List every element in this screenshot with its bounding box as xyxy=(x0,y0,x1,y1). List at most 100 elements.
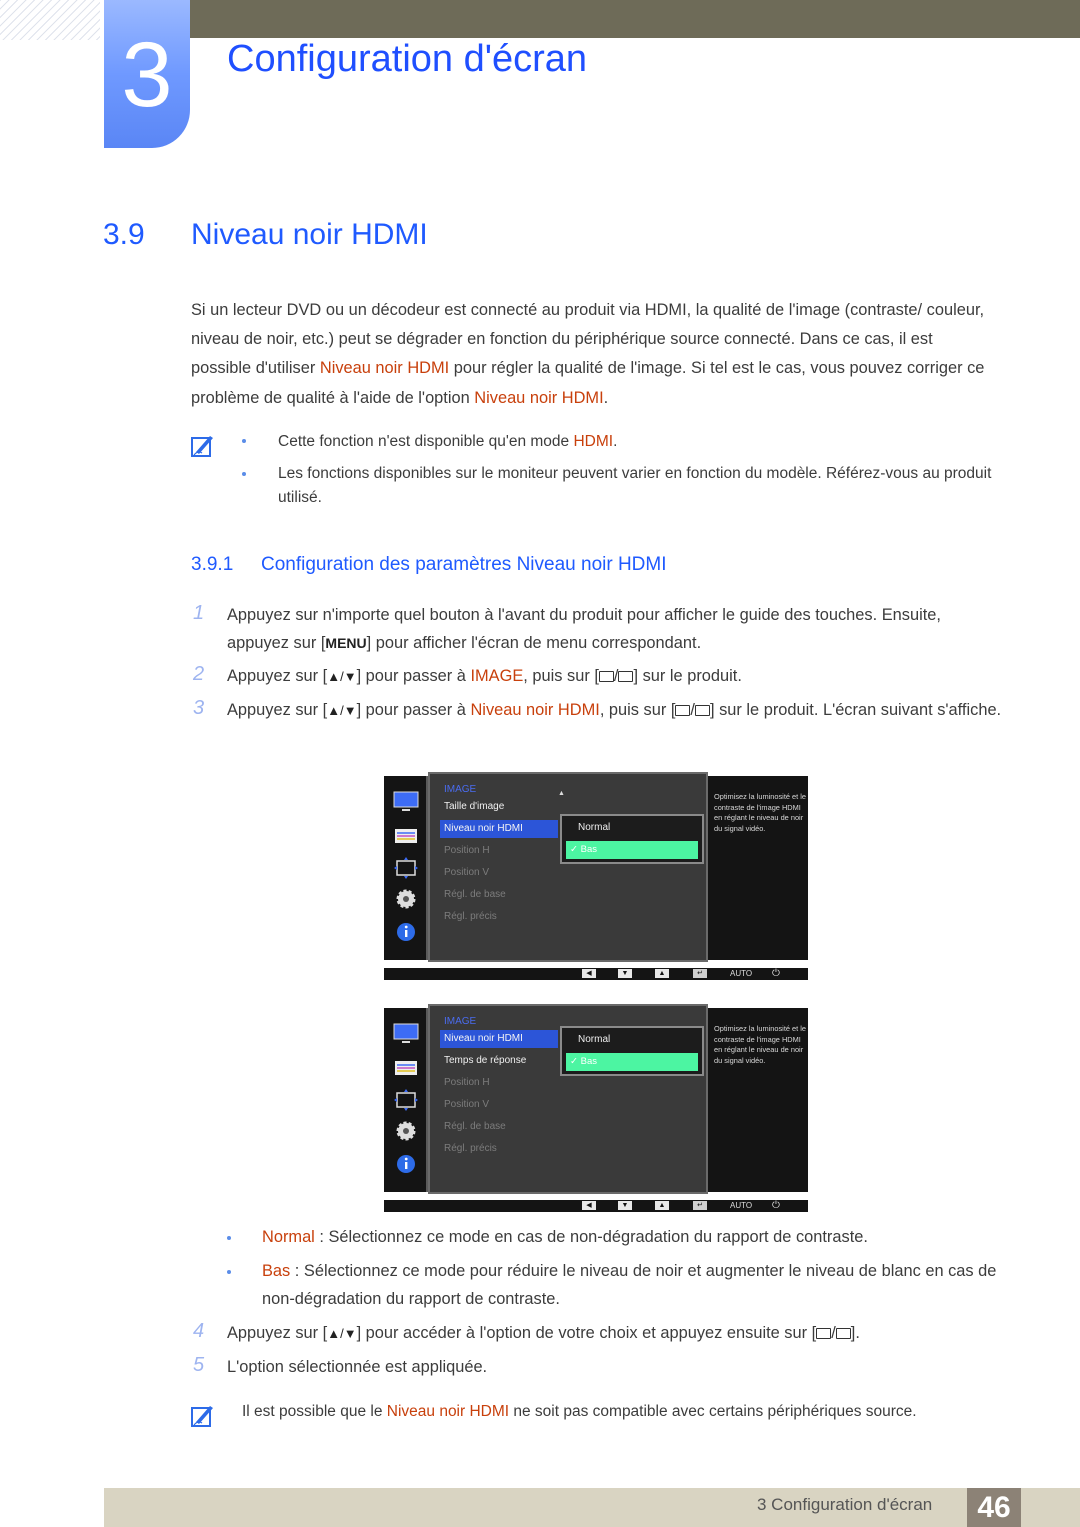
enter-button-icon[interactable]: ↵ xyxy=(693,969,707,978)
osd-menu-item[interactable]: Régl. précis xyxy=(440,908,558,926)
step-highlight: Niveau noir HDMI xyxy=(470,701,600,719)
subsection-number: 3.9.1 xyxy=(191,554,234,575)
scroll-up-icon[interactable]: ▲ xyxy=(558,790,565,797)
section-title: Niveau noir HDMI xyxy=(191,218,428,251)
osd-menu-item[interactable]: Position V xyxy=(440,864,558,882)
step-number: 2 xyxy=(193,663,205,685)
option-label: Bas xyxy=(262,1262,291,1280)
gear-icon[interactable] xyxy=(393,1119,419,1143)
page-number: 46 xyxy=(967,1488,1021,1527)
footer-chapter-label: 3 Configuration d'écran xyxy=(757,1495,933,1514)
bullet xyxy=(241,437,249,445)
osd-menu-item-selected[interactable]: Niveau noir HDMI xyxy=(440,1030,558,1048)
step-number: 3 xyxy=(193,697,205,719)
step-span: ] pour passer à xyxy=(356,667,471,685)
osd-menu-header: IMAGE xyxy=(444,1016,477,1027)
option-text: : Sélectionnez ce mode pour réduire le n… xyxy=(262,1262,997,1308)
size-position-icon[interactable] xyxy=(393,1088,419,1112)
step-text: Appuyez sur [▲/▼] pour passer à Niveau n… xyxy=(227,696,1007,725)
osd-sidebar xyxy=(384,1008,428,1192)
chapter-title: Configuration d'écran xyxy=(227,38,588,80)
note-highlight: HDMI xyxy=(573,433,614,450)
osd-screen-2: IMAGE Niveau noir HDMI Temps de réponse … xyxy=(384,1004,808,1194)
option-bas-checked[interactable]: ✓ Bas xyxy=(566,1053,698,1071)
step-text: Appuyez sur [▲/▼] pour accéder à l'optio… xyxy=(227,1319,1007,1348)
color-settings-icon[interactable] xyxy=(393,824,419,848)
intro-paragraph: Si un lecteur DVD ou un décodeur est con… xyxy=(191,296,991,413)
option-desc-normal: Normal : Sélectionnez ce mode en cas de … xyxy=(262,1223,1012,1251)
bullet xyxy=(226,1268,234,1276)
enter-key-icon xyxy=(618,671,634,682)
left-button-icon[interactable]: ◀ xyxy=(582,969,596,978)
osd-menu-header: IMAGE xyxy=(444,784,477,795)
up-button-icon[interactable]: ▲ xyxy=(655,969,669,978)
step-span: ] sur le produit. xyxy=(633,667,742,685)
size-position-icon[interactable] xyxy=(393,856,419,880)
auto-button[interactable]: AUTO xyxy=(730,968,752,980)
osd-button-bar-1: ◀ ▼ ▲ ↵ AUTO ⏻ xyxy=(384,968,808,980)
subsection-title: Configuration des paramètres Niveau noir… xyxy=(261,554,667,575)
step-span: Appuyez sur [ xyxy=(227,701,328,719)
option-normal[interactable]: Normal xyxy=(578,1034,610,1045)
osd-description: Optimisez la luminosité et le contraste … xyxy=(714,1024,807,1065)
down-button-icon[interactable]: ▼ xyxy=(618,969,632,978)
enter-button-icon[interactable]: ↵ xyxy=(693,1201,707,1210)
option-bas-checked[interactable]: ✓ Bas xyxy=(566,841,698,859)
osd-option-popup: Normal ✓ Bas xyxy=(560,814,704,864)
option-label: Bas xyxy=(580,844,597,855)
osd-menu-panel: IMAGE ▲ Taille d'image Niveau noir HDMI … xyxy=(428,772,708,962)
step-span: ] pour afficher l'écran de menu correspo… xyxy=(366,634,702,652)
osd-menu-item[interactable]: Position H xyxy=(440,842,558,860)
check-icon: ✓ xyxy=(570,1056,581,1067)
osd-menu-item[interactable]: Position H xyxy=(440,1074,558,1092)
power-icon[interactable]: ⏻ xyxy=(772,1199,780,1212)
note-text-span: Il est possible que le xyxy=(242,1403,387,1420)
auto-button[interactable]: AUTO xyxy=(730,1200,752,1212)
step-span: ]. xyxy=(850,1324,860,1342)
osd-menu-panel: IMAGE Niveau noir HDMI Temps de réponse … xyxy=(428,1004,708,1194)
osd-menu-item[interactable]: Temps de réponse xyxy=(440,1052,558,1070)
option-desc-bas: Bas : Sélectionnez ce mode pour réduire … xyxy=(262,1257,1007,1313)
osd-menu-item[interactable]: Régl. de base xyxy=(440,886,558,904)
header-bar xyxy=(190,0,1080,38)
info-icon[interactable] xyxy=(393,920,419,944)
note-text-span: . xyxy=(613,433,618,450)
option-normal[interactable]: Normal xyxy=(578,822,610,833)
monitor-icon[interactable] xyxy=(393,790,419,814)
intro-highlight: Niveau noir HDMI xyxy=(319,359,450,378)
step-span: ] pour accéder à l'option de votre choix… xyxy=(356,1324,817,1342)
enter-key-icon xyxy=(835,1328,851,1339)
intro-highlight: Niveau noir HDMI xyxy=(474,388,604,407)
step-text: Appuyez sur [▲/▼] pour passer à IMAGE, p… xyxy=(227,662,1007,691)
step-span: , puis sur [ xyxy=(599,701,676,719)
step-span: Appuyez sur [ xyxy=(227,667,328,685)
monitor-icon[interactable] xyxy=(393,1022,419,1046)
power-icon[interactable]: ⏻ xyxy=(772,967,780,980)
color-settings-icon[interactable] xyxy=(393,1056,419,1080)
note-pen-icon xyxy=(190,434,216,458)
osd-menu-item[interactable]: Régl. précis xyxy=(440,1140,558,1158)
step-span: ] pour passer à xyxy=(356,701,471,719)
down-button-icon[interactable]: ▼ xyxy=(618,1201,632,1210)
osd-menu-item[interactable]: Régl. de base xyxy=(440,1118,558,1136)
osd-menu-item-selected[interactable]: Niveau noir HDMI xyxy=(440,820,558,838)
decorative-hatch xyxy=(0,0,100,40)
osd-menu-item[interactable]: Position V xyxy=(440,1096,558,1114)
gear-icon[interactable] xyxy=(393,887,419,911)
note-pen-icon xyxy=(190,1404,216,1428)
osd-button-bar-2: ◀ ▼ ▲ ↵ AUTO ⏻ xyxy=(384,1200,808,1212)
chapter-number-badge: 3 xyxy=(104,0,190,148)
step-text: Appuyez sur n'importe quel bouton à l'av… xyxy=(227,601,1007,657)
left-button-icon[interactable]: ◀ xyxy=(582,1201,596,1210)
menu-key-icon: MENU xyxy=(325,635,367,651)
info-icon[interactable] xyxy=(393,1152,419,1176)
osd-menu-item[interactable]: Taille d'image xyxy=(440,798,558,816)
up-down-key-icon: ▲/▼ xyxy=(327,669,357,684)
check-icon: ✓ xyxy=(570,844,581,855)
note-text: Les fonctions disponibles sur le moniteu… xyxy=(278,465,992,506)
intro-text: . xyxy=(603,388,609,407)
option-label: Normal xyxy=(262,1228,315,1246)
up-button-icon[interactable]: ▲ xyxy=(655,1201,669,1210)
step-highlight: IMAGE xyxy=(470,667,524,685)
note-text-span: Cette fonction n'est disponible qu'en mo… xyxy=(278,433,574,450)
